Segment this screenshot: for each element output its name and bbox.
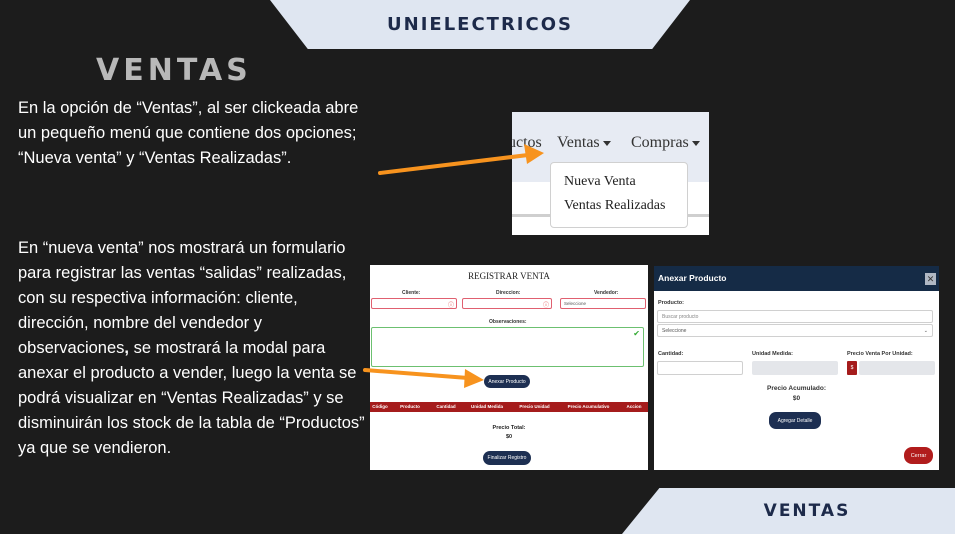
section-name: VENTAS: [763, 501, 851, 521]
arrow-to-add-product: [363, 368, 484, 388]
section-banner: VENTAS: [622, 488, 955, 534]
arrows-overlay: [363, 144, 544, 388]
arrow-to-menu: [378, 144, 544, 175]
